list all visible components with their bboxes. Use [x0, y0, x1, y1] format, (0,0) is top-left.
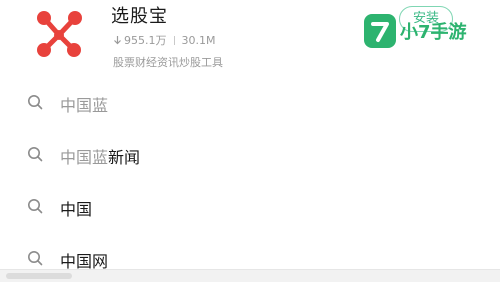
watermark-text: 小7手游	[400, 22, 467, 43]
suggestion-item[interactable]: 中国蓝	[0, 84, 500, 136]
suggestion-match: 中国蓝	[60, 148, 109, 167]
search-icon	[28, 95, 43, 110]
suggestion-item[interactable]: 中国	[0, 188, 500, 240]
app-name: 选股宝	[111, 6, 168, 27]
app-meta: 955.1万 30.1M	[113, 32, 215, 48]
search-icon	[28, 147, 43, 162]
watermark-badge	[364, 14, 396, 48]
suggestion-text: 中国蓝	[60, 92, 108, 116]
bottom-handle	[6, 273, 72, 279]
suggestion-rest: 中国	[60, 200, 93, 219]
suggestion-list: 中国蓝 中国蓝新闻 中国 中国网	[0, 84, 500, 292]
watermark: 小7手游	[364, 14, 467, 48]
suggestion-match: 中国蓝	[60, 96, 109, 115]
suggestion-text: 中国蓝新闻	[60, 144, 140, 168]
suggestion-item[interactable]: 中国蓝新闻	[0, 136, 500, 188]
download-count: 955.1万	[124, 34, 167, 47]
meta-divider	[173, 35, 175, 45]
search-icon	[28, 199, 43, 214]
search-icon	[28, 251, 43, 266]
suggestion-text: 中国	[60, 196, 92, 220]
xuangubao-logo-icon	[37, 11, 82, 57]
bottom-bar	[0, 269, 500, 282]
suggestion-item[interactable]: 中国网	[0, 240, 500, 292]
app-size: 30.1M	[181, 33, 216, 47]
suggestion-rest: 新闻	[108, 148, 141, 167]
download-icon	[114, 35, 121, 44]
seven-logo-icon	[371, 22, 389, 42]
app-description: 股票财经资讯炒股工具	[113, 56, 223, 69]
